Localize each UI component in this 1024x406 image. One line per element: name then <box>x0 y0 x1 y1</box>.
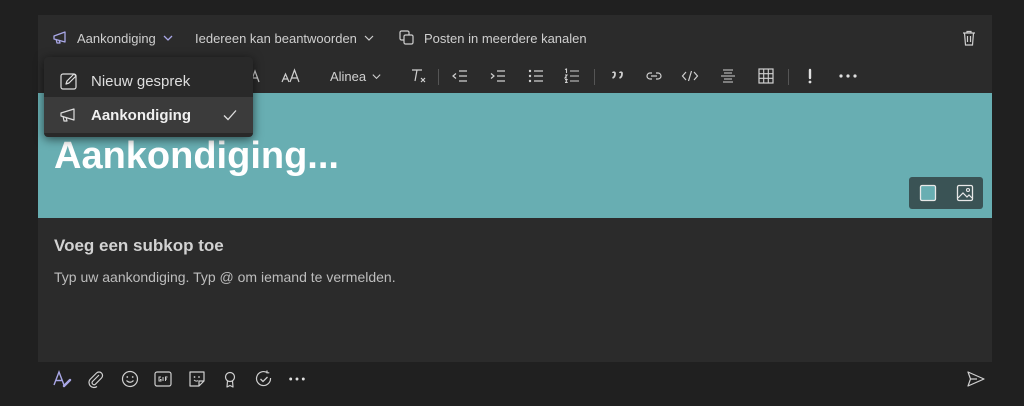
emoji-button[interactable] <box>120 369 140 389</box>
exclamation-icon <box>808 68 812 84</box>
badge-icon <box>224 371 236 388</box>
insert-link-button[interactable] <box>644 65 664 87</box>
edit-icon <box>60 73 77 90</box>
toolbar-divider <box>438 69 439 85</box>
font-size-icon <box>281 68 300 83</box>
color-swatch-icon <box>919 184 936 202</box>
message-extensions-bar <box>0 366 1024 394</box>
reply-setting-label: Iedereen kan beantwoorden <box>195 30 357 46</box>
insert-table-button[interactable] <box>756 65 776 87</box>
dropdown-item-label: Aankondiging <box>91 106 191 124</box>
bulleted-list-button[interactable] <box>526 65 546 87</box>
megaphone-icon <box>60 108 75 122</box>
paragraph-style-selector[interactable]: Alinea <box>330 65 382 87</box>
post-type-selector[interactable]: Aankondiging <box>52 27 174 49</box>
code-snippet-button[interactable] <box>680 65 700 87</box>
bulleted-list-icon <box>528 69 543 83</box>
image-icon <box>956 184 973 202</box>
more-icon <box>289 377 305 381</box>
format-button[interactable] <box>52 369 72 389</box>
horizontal-rule-button[interactable] <box>718 65 738 87</box>
quote-icon <box>612 71 623 79</box>
more-apps-button[interactable] <box>287 369 307 389</box>
praise-button[interactable] <box>220 369 240 389</box>
toolbar-divider <box>788 69 789 85</box>
numbered-list-icon <box>563 68 579 84</box>
chevron-down-icon <box>163 35 173 41</box>
gif-icon <box>154 371 172 387</box>
chevron-down-icon <box>364 35 374 41</box>
link-icon <box>646 72 662 80</box>
message-body-field[interactable]: Typ uw aankondiging. Typ @ om iemand te … <box>54 269 396 285</box>
subheading-field[interactable]: Voeg een subkop toe <box>54 236 224 256</box>
send-icon <box>967 371 985 387</box>
gif-button[interactable] <box>153 369 173 389</box>
dropdown-item-label: Nieuw gesprek <box>91 72 191 90</box>
decrease-indent-icon <box>452 70 467 82</box>
sticker-icon <box>189 371 205 387</box>
mark-important-button[interactable] <box>800 65 820 87</box>
clear-formatting-button[interactable] <box>408 65 428 87</box>
reply-setting-selector[interactable]: Iedereen kan beantwoorden <box>195 27 375 49</box>
more-options-button[interactable] <box>836 65 860 87</box>
banner-color-button[interactable] <box>918 183 938 203</box>
toolbar-divider <box>594 69 595 85</box>
format-icon <box>53 370 72 388</box>
announcement-title[interactable]: Aankondiging... <box>54 135 339 178</box>
sticker-button[interactable] <box>187 369 207 389</box>
checkmark-icon <box>223 110 237 121</box>
delete-button[interactable] <box>960 27 978 49</box>
dropdown-item-announcement[interactable]: Aankondiging <box>44 97 253 133</box>
post-type-dropdown: Nieuw gesprek Aankondiging <box>44 57 253 137</box>
more-icon <box>839 74 857 78</box>
quote-button[interactable] <box>608 65 628 87</box>
font-size-button[interactable] <box>280 65 302 87</box>
trash-icon <box>963 30 975 46</box>
chevron-down-icon <box>372 73 381 79</box>
post-type-label: Aankondiging <box>77 30 156 46</box>
increase-indent-button[interactable] <box>488 65 508 87</box>
table-icon <box>758 68 774 84</box>
code-icon <box>681 70 699 82</box>
increase-indent-icon <box>490 70 505 82</box>
approval-icon <box>255 370 272 387</box>
attach-file-button[interactable] <box>86 369 106 389</box>
composer-header: Aankondiging Iedereen kan beantwoorden P… <box>38 15 992 61</box>
clear-formatting-icon <box>412 69 426 83</box>
banner-tools <box>909 177 983 209</box>
numbered-list-button[interactable] <box>562 65 582 87</box>
crosspost-label: Posten in meerdere kanalen <box>424 30 587 46</box>
decrease-indent-button[interactable] <box>450 65 470 87</box>
horizontal-rule-icon <box>721 69 735 83</box>
emoji-icon <box>121 370 139 388</box>
paperclip-icon <box>88 371 104 389</box>
copy-channels-icon <box>399 30 414 45</box>
paragraph-style-label: Alinea <box>329 68 367 84</box>
dropdown-item-new-conversation[interactable]: Nieuw gesprek <box>44 63 253 99</box>
megaphone-icon <box>53 31 66 44</box>
crosspost-button[interactable]: Posten in meerdere kanalen <box>398 27 587 49</box>
approvals-button[interactable] <box>254 369 274 389</box>
banner-image-button[interactable] <box>955 183 975 203</box>
send-button[interactable] <box>966 369 986 389</box>
